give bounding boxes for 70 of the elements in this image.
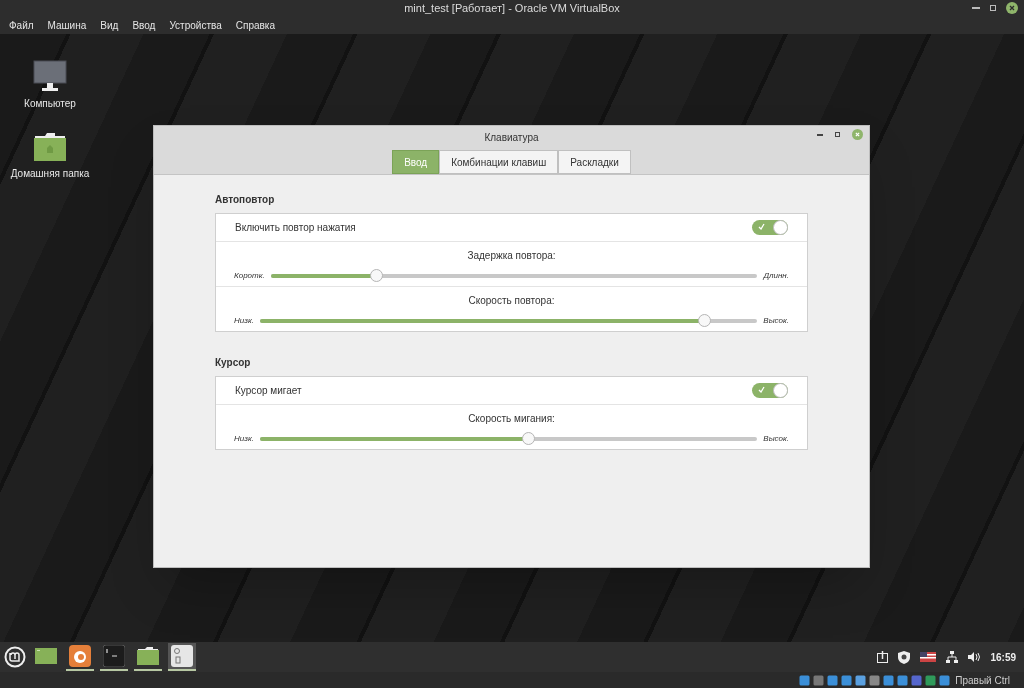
clock[interactable]: 16:59 xyxy=(990,649,1016,665)
taskbar-app-button[interactable] xyxy=(66,643,94,671)
toggle-switch[interactable] xyxy=(752,220,788,235)
slider-thumb[interactable] xyxy=(370,269,384,282)
desktop-icon-label[interactable]: Компьютер xyxy=(24,96,76,111)
network-icon[interactable] xyxy=(946,651,959,663)
computer-icon xyxy=(33,60,67,92)
check-icon xyxy=(758,386,765,393)
device-status-icon[interactable] xyxy=(813,674,825,686)
taskbar-app-button[interactable] xyxy=(168,643,196,671)
device-status-icon[interactable] xyxy=(869,674,881,686)
check-icon xyxy=(758,223,765,230)
device-status-icon[interactable] xyxy=(925,674,937,686)
menu-item[interactable]: Вид xyxy=(100,17,119,33)
flag-icon[interactable] xyxy=(920,652,937,662)
device-status-icon[interactable] xyxy=(841,674,853,686)
dialog-title: Клавиатура xyxy=(484,131,539,145)
device-status-icon[interactable] xyxy=(911,674,923,686)
close-icon xyxy=(1009,5,1015,11)
window-title: mint_test [Работает] - Oracle VM VirtualBox xyxy=(404,0,620,16)
slider-max-label: Высок. xyxy=(763,432,789,445)
browser-icon xyxy=(69,645,91,667)
menu-item[interactable]: Справка xyxy=(235,17,275,33)
menu-item[interactable]: Файл xyxy=(9,17,34,33)
setting-label: Включить повтор нажатия xyxy=(235,221,356,235)
volume-icon[interactable] xyxy=(968,652,981,662)
close-button[interactable] xyxy=(1006,2,1018,14)
maximize-button[interactable] xyxy=(835,132,840,137)
device-status-icon[interactable] xyxy=(799,674,811,686)
slider-max-label: Длинн. xyxy=(763,269,789,282)
menu-item[interactable]: Машина xyxy=(47,17,87,33)
section-heading: Курсор xyxy=(215,356,252,370)
shield-icon[interactable] xyxy=(898,650,911,664)
slider-min-label: Низк. xyxy=(234,432,254,445)
slider[interactable] xyxy=(259,314,758,327)
slider-thumb[interactable] xyxy=(698,314,712,327)
folder-icon xyxy=(35,647,57,665)
slider[interactable] xyxy=(270,269,758,282)
folder-icon xyxy=(33,132,67,162)
toggle-switch[interactable] xyxy=(752,383,788,398)
device-status-icon[interactable] xyxy=(939,674,951,686)
slider-label: Скорость мигания: xyxy=(468,412,555,426)
clipboard-icon[interactable] xyxy=(877,651,889,663)
menu-item[interactable]: Ввод xyxy=(132,17,156,33)
slider-label: Задержка повтора: xyxy=(467,249,556,263)
taskbar-app-button[interactable] xyxy=(100,643,128,671)
slider-label: Скорость повтора: xyxy=(468,294,555,308)
tab[interactable]: Раскладки xyxy=(558,150,631,174)
host-key-label: Правый Ctrl xyxy=(955,673,1010,688)
slider[interactable] xyxy=(259,432,758,445)
folder-icon xyxy=(137,647,159,665)
slider-min-label: Низк. xyxy=(234,314,254,327)
minimize-button[interactable] xyxy=(817,133,823,136)
section-heading: Автоповтор xyxy=(215,193,276,207)
device-status-icon[interactable] xyxy=(897,674,909,686)
menu-icon[interactable] xyxy=(4,646,26,668)
terminal-icon xyxy=(103,645,125,667)
maximize-button[interactable] xyxy=(990,5,996,11)
slider-min-label: Коротк. xyxy=(234,269,265,282)
device-status-icon[interactable] xyxy=(827,674,839,686)
slider-max-label: Высок. xyxy=(763,314,789,327)
setting-label: Курсор мигает xyxy=(235,384,302,398)
slider-thumb[interactable] xyxy=(521,432,535,445)
device-status-icon[interactable] xyxy=(883,674,895,686)
menu-item[interactable]: Устройства xyxy=(169,17,222,33)
close-icon xyxy=(855,132,860,137)
workspace-switcher-icon xyxy=(171,645,193,667)
desktop-icon-label[interactable]: Домашняя папка xyxy=(10,166,90,181)
device-status-icon[interactable] xyxy=(855,674,867,686)
tab[interactable]: Комбинации клавиш xyxy=(439,150,559,174)
